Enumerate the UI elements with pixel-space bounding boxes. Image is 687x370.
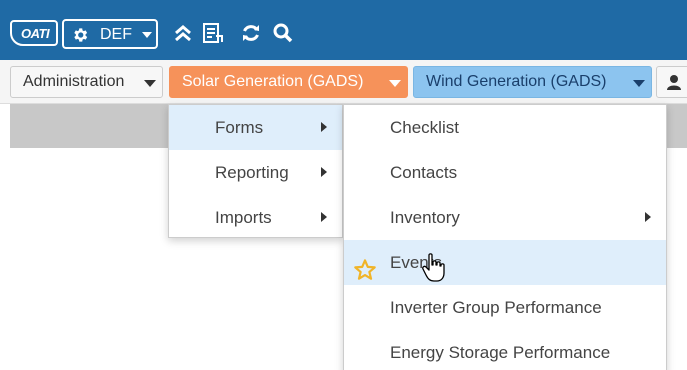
chevron-right-icon [321, 167, 327, 177]
administration-label: Administration [23, 73, 125, 90]
module-nav: Administration Solar Generation (GADS) W… [0, 60, 687, 104]
chevron-right-icon [321, 212, 327, 222]
gear-icon [71, 26, 89, 49]
menu-item-label: Inventory [390, 208, 460, 227]
menu-item-label: Checklist [390, 118, 459, 137]
forms-submenu: Checklist Contacts Inventory Events Inve… [343, 104, 667, 370]
menu-item-checklist[interactable]: Checklist [344, 105, 666, 150]
menu-item-forms[interactable]: Forms [169, 105, 342, 150]
menu-item-inventory[interactable]: Inventory [344, 195, 666, 240]
refresh-icon[interactable] [240, 22, 262, 44]
menu-item-inverter-group-performance[interactable]: Inverter Group Performance [344, 285, 666, 330]
chevron-right-icon [321, 122, 327, 132]
user-icon [667, 75, 681, 90]
oati-logo[interactable]: OATI [10, 20, 58, 46]
wind-generation-menu-button[interactable]: Wind Generation (GADS) [413, 66, 652, 98]
menu-item-label: Inverter Group Performance [390, 298, 602, 317]
solar-generation-dropdown: Forms Reporting Imports [168, 104, 343, 238]
menu-item-energy-storage-performance[interactable]: Energy Storage Performance [344, 330, 666, 370]
menu-item-contacts[interactable]: Contacts [344, 150, 666, 195]
chevron-down-icon [142, 32, 152, 38]
administration-menu-button[interactable]: Administration [10, 66, 163, 98]
collapse-icon[interactable] [172, 22, 194, 44]
checklist-icon[interactable] [201, 22, 223, 44]
chevron-right-icon [645, 212, 651, 222]
menu-item-label: Imports [215, 208, 272, 227]
menu-item-label: Energy Storage Performance [390, 343, 611, 362]
solar-generation-label: Solar Generation (GADS) [182, 73, 364, 90]
user-menu-button[interactable] [656, 66, 687, 98]
environment-label: DEF [100, 26, 132, 43]
hand-pointer-icon [422, 253, 446, 288]
app-header: OATI DEF [0, 0, 687, 60]
solar-generation-menu-button[interactable]: Solar Generation (GADS) [169, 66, 408, 98]
wind-generation-label: Wind Generation (GADS) [426, 73, 607, 90]
chevron-down-icon [144, 80, 156, 87]
menu-item-label: Contacts [390, 163, 458, 182]
menu-item-imports[interactable]: Imports [169, 195, 342, 240]
logo-text: OATI [21, 26, 50, 41]
menu-item-events[interactable]: Events [344, 240, 666, 285]
search-icon[interactable] [272, 22, 294, 44]
menu-item-label: Forms [215, 118, 264, 137]
chevron-down-icon [633, 80, 645, 87]
menu-item-label: Reporting [215, 163, 289, 182]
menu-item-reporting[interactable]: Reporting [169, 150, 342, 195]
environment-dropdown[interactable]: DEF [62, 19, 158, 49]
chevron-down-icon [389, 80, 401, 87]
